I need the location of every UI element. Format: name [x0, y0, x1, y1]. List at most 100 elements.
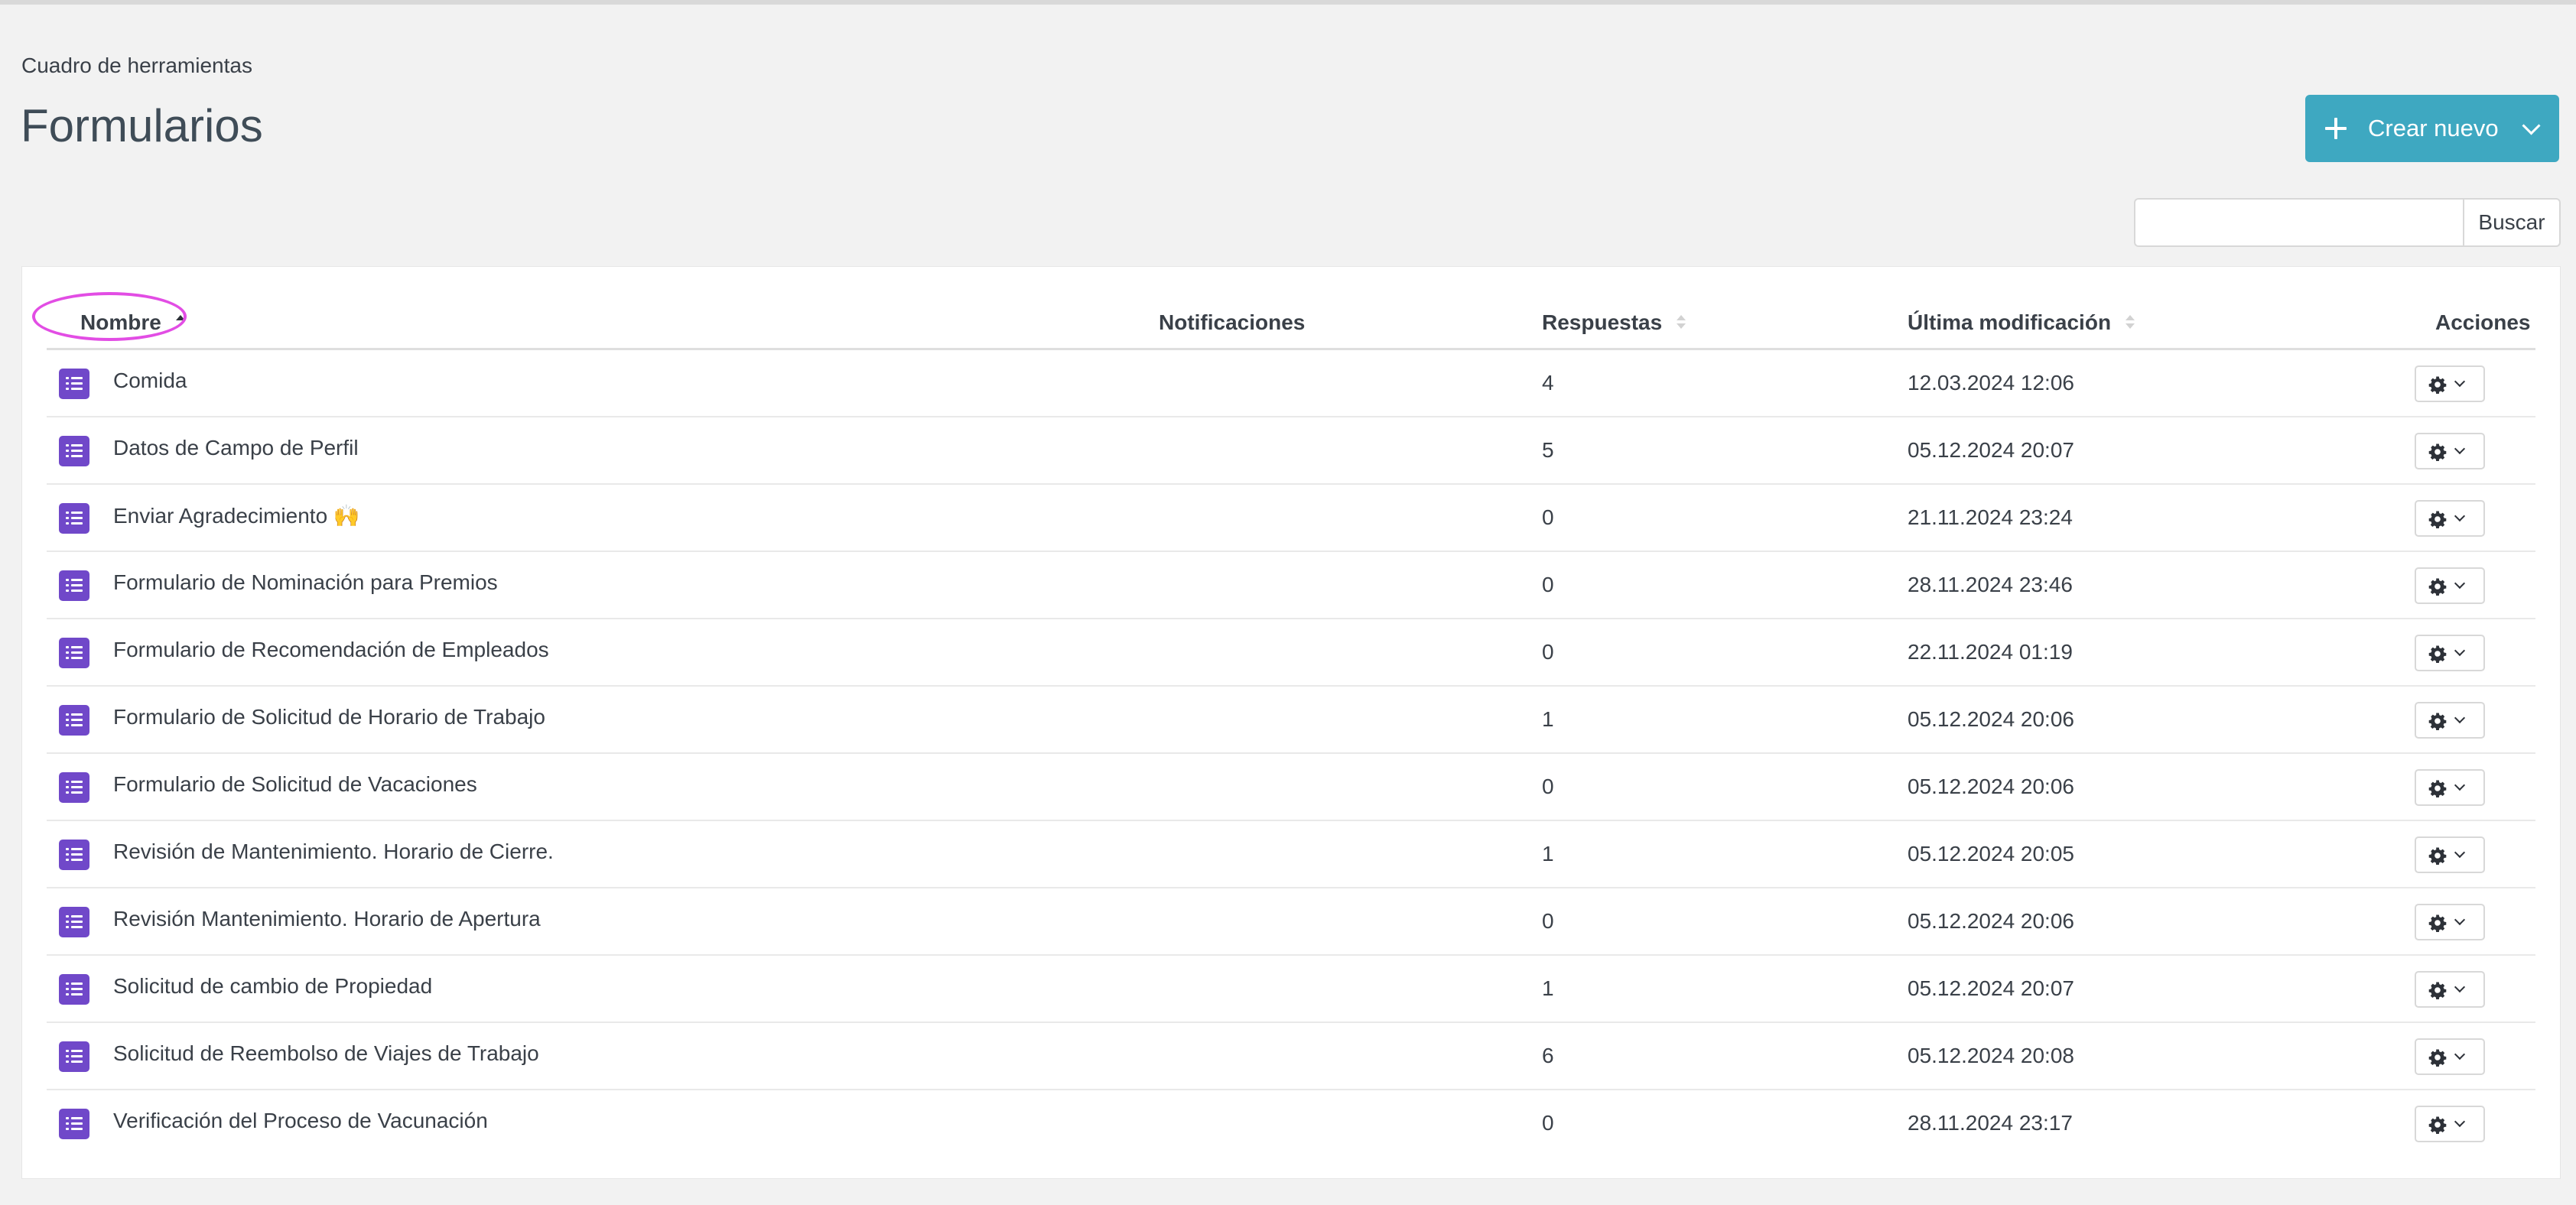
- form-name-link[interactable]: Formulario de Recomendación de Empleados: [113, 617, 549, 683]
- gear-icon: [2428, 1115, 2447, 1135]
- form-name-link[interactable]: Formulario de Nominación para Premios: [113, 550, 498, 615]
- chevron-down-icon: [2454, 712, 2466, 724]
- row-actions-button[interactable]: [2415, 567, 2485, 604]
- row-actions-button[interactable]: [2415, 1106, 2485, 1142]
- responses-count: 0: [1542, 775, 1554, 798]
- chevron-down-icon: [2454, 577, 2466, 590]
- responses-count: 0: [1542, 573, 1554, 596]
- gear-icon: [2428, 778, 2447, 798]
- chevron-down-icon: [2454, 981, 2466, 993]
- chevron-down-icon: [2454, 1116, 2466, 1128]
- form-list-icon: [59, 436, 89, 466]
- form-name-link[interactable]: Formulario de Solicitud de Horario de Tr…: [113, 684, 545, 750]
- chevron-down-icon: [2454, 1048, 2466, 1060]
- table-header: Nombre Notificaciones Respuestas Última …: [47, 297, 2535, 350]
- last-modified-date: 22.11.2024 01:19: [1908, 640, 2073, 664]
- chevron-down-icon: [2454, 846, 2466, 859]
- gear-icon: [2428, 509, 2447, 529]
- plus-icon: [2325, 118, 2347, 139]
- row-actions-button[interactable]: [2415, 971, 2485, 1008]
- form-name-link[interactable]: Solicitud de Reembolso de Viajes de Trab…: [113, 1021, 539, 1086]
- column-header-notifications: Notificaciones: [1159, 297, 1305, 348]
- last-modified-date: 28.11.2024 23:46: [1908, 573, 2073, 596]
- row-actions-button[interactable]: [2415, 904, 2485, 940]
- search-bar: Buscar: [2134, 198, 2561, 247]
- form-list-icon: [59, 369, 89, 399]
- gear-icon: [2428, 711, 2447, 731]
- create-new-button[interactable]: Crear nuevo: [2305, 95, 2559, 162]
- column-header-responses[interactable]: Respuestas: [1542, 297, 1686, 348]
- last-modified-date: 21.11.2024 23:24: [1908, 505, 2073, 529]
- column-header-modified[interactable]: Última modificación: [1908, 297, 2135, 348]
- table-row[interactable]: Revisión de Mantenimiento. Horario de Ci…: [47, 821, 2535, 888]
- chevron-down-icon: [2454, 510, 2466, 522]
- row-actions-button[interactable]: [2415, 365, 2485, 402]
- row-actions-button[interactable]: [2415, 769, 2485, 806]
- table-body: Comida 4 12.03.2024 12:06 Datos de Campo de…: [47, 350, 2535, 1158]
- column-header-responses-label: Respuestas: [1542, 310, 1663, 334]
- form-name-link[interactable]: Revisión de Mantenimiento. Horario de Ci…: [113, 819, 554, 885]
- last-modified-date: 05.12.2024 20:07: [1908, 976, 2074, 1000]
- responses-count: 5: [1542, 438, 1554, 462]
- last-modified-date: 05.12.2024 20:06: [1908, 909, 2074, 933]
- column-header-actions-label: Acciones: [2435, 310, 2531, 334]
- gear-icon: [2428, 644, 2447, 664]
- table-row[interactable]: Enviar Agradecimiento 🙌 0 21.11.2024 23:24: [47, 485, 2535, 552]
- form-list-icon: [59, 570, 89, 601]
- form-name-link[interactable]: Solicitud de cambio de Propiedad: [113, 953, 432, 1019]
- row-actions-button[interactable]: [2415, 702, 2485, 739]
- gear-icon: [2428, 913, 2447, 933]
- table-row[interactable]: Formulario de Solicitud de Horario de Tr…: [47, 687, 2535, 754]
- search-button[interactable]: Buscar: [2463, 198, 2561, 247]
- row-actions-button[interactable]: [2415, 1038, 2485, 1075]
- breadcrumb[interactable]: Cuadro de herramientas: [21, 54, 252, 78]
- responses-count: 0: [1542, 1111, 1554, 1135]
- table-row[interactable]: Solicitud de cambio de Propiedad 1 05.12.2…: [47, 956, 2535, 1023]
- row-actions-button[interactable]: [2415, 433, 2485, 469]
- chevron-down-icon: [2454, 914, 2466, 926]
- gear-icon: [2428, 980, 2447, 1000]
- table-row[interactable]: Solicitud de Reembolso de Viajes de Trab…: [47, 1023, 2535, 1090]
- form-list-icon: [59, 840, 89, 870]
- table-row[interactable]: Comida 4 12.03.2024 12:06: [47, 350, 2535, 417]
- column-header-notifications-label: Notificaciones: [1159, 310, 1306, 334]
- column-header-actions: Acciones: [2435, 297, 2531, 348]
- table-row[interactable]: Formulario de Solicitud de Vacaciones 0 05…: [47, 754, 2535, 821]
- chevron-down-icon: [2522, 115, 2541, 135]
- page-title: Formularios: [21, 100, 263, 151]
- table-row[interactable]: Formulario de Recomendación de Empleados…: [47, 619, 2535, 687]
- form-list-icon: [59, 772, 89, 803]
- form-list-icon: [59, 638, 89, 668]
- form-name-link[interactable]: Datos de Campo de Perfil: [113, 415, 359, 481]
- table-row[interactable]: Datos de Campo de Perfil 5 05.12.2024 20:0…: [47, 417, 2535, 485]
- form-name-link[interactable]: Verificación del Proceso de Vacunación: [113, 1088, 488, 1154]
- table-row[interactable]: Formulario de Nominación para Premios 0 28…: [47, 552, 2535, 619]
- row-actions-button[interactable]: [2415, 635, 2485, 671]
- form-name-link[interactable]: Comida: [113, 348, 187, 414]
- table-row[interactable]: Revisión Mantenimiento. Horario de Apert…: [47, 888, 2535, 956]
- form-name-link[interactable]: Formulario de Solicitud de Vacaciones: [113, 752, 477, 817]
- column-header-modified-label: Última modificación: [1908, 310, 2112, 334]
- form-list-icon: [59, 1041, 89, 1072]
- table-row[interactable]: Verificación del Proceso de Vacunación 0 2…: [47, 1090, 2535, 1158]
- responses-count: 0: [1542, 640, 1554, 664]
- form-list-icon: [59, 1109, 89, 1139]
- form-name-link[interactable]: Revisión Mantenimiento. Horario de Apert…: [113, 886, 541, 952]
- last-modified-date: 05.12.2024 20:06: [1908, 707, 2074, 731]
- sort-icon: [2125, 313, 2135, 332]
- last-modified-date: 05.12.2024 20:07: [1908, 438, 2074, 462]
- form-name-link[interactable]: Enviar Agradecimiento 🙌: [113, 482, 360, 548]
- chevron-down-icon: [2454, 645, 2466, 657]
- gear-icon: [2428, 846, 2447, 866]
- responses-count: 0: [1542, 909, 1554, 933]
- form-list-icon: [59, 503, 89, 534]
- responses-count: 1: [1542, 707, 1554, 731]
- row-actions-button[interactable]: [2415, 836, 2485, 873]
- gear-icon: [2428, 375, 2447, 395]
- chevron-down-icon: [2454, 375, 2466, 388]
- last-modified-date: 05.12.2024 20:06: [1908, 775, 2074, 798]
- sort-icon: [1676, 313, 1686, 332]
- search-input[interactable]: [2134, 198, 2463, 247]
- row-actions-button[interactable]: [2415, 500, 2485, 537]
- responses-count: 6: [1542, 1044, 1554, 1067]
